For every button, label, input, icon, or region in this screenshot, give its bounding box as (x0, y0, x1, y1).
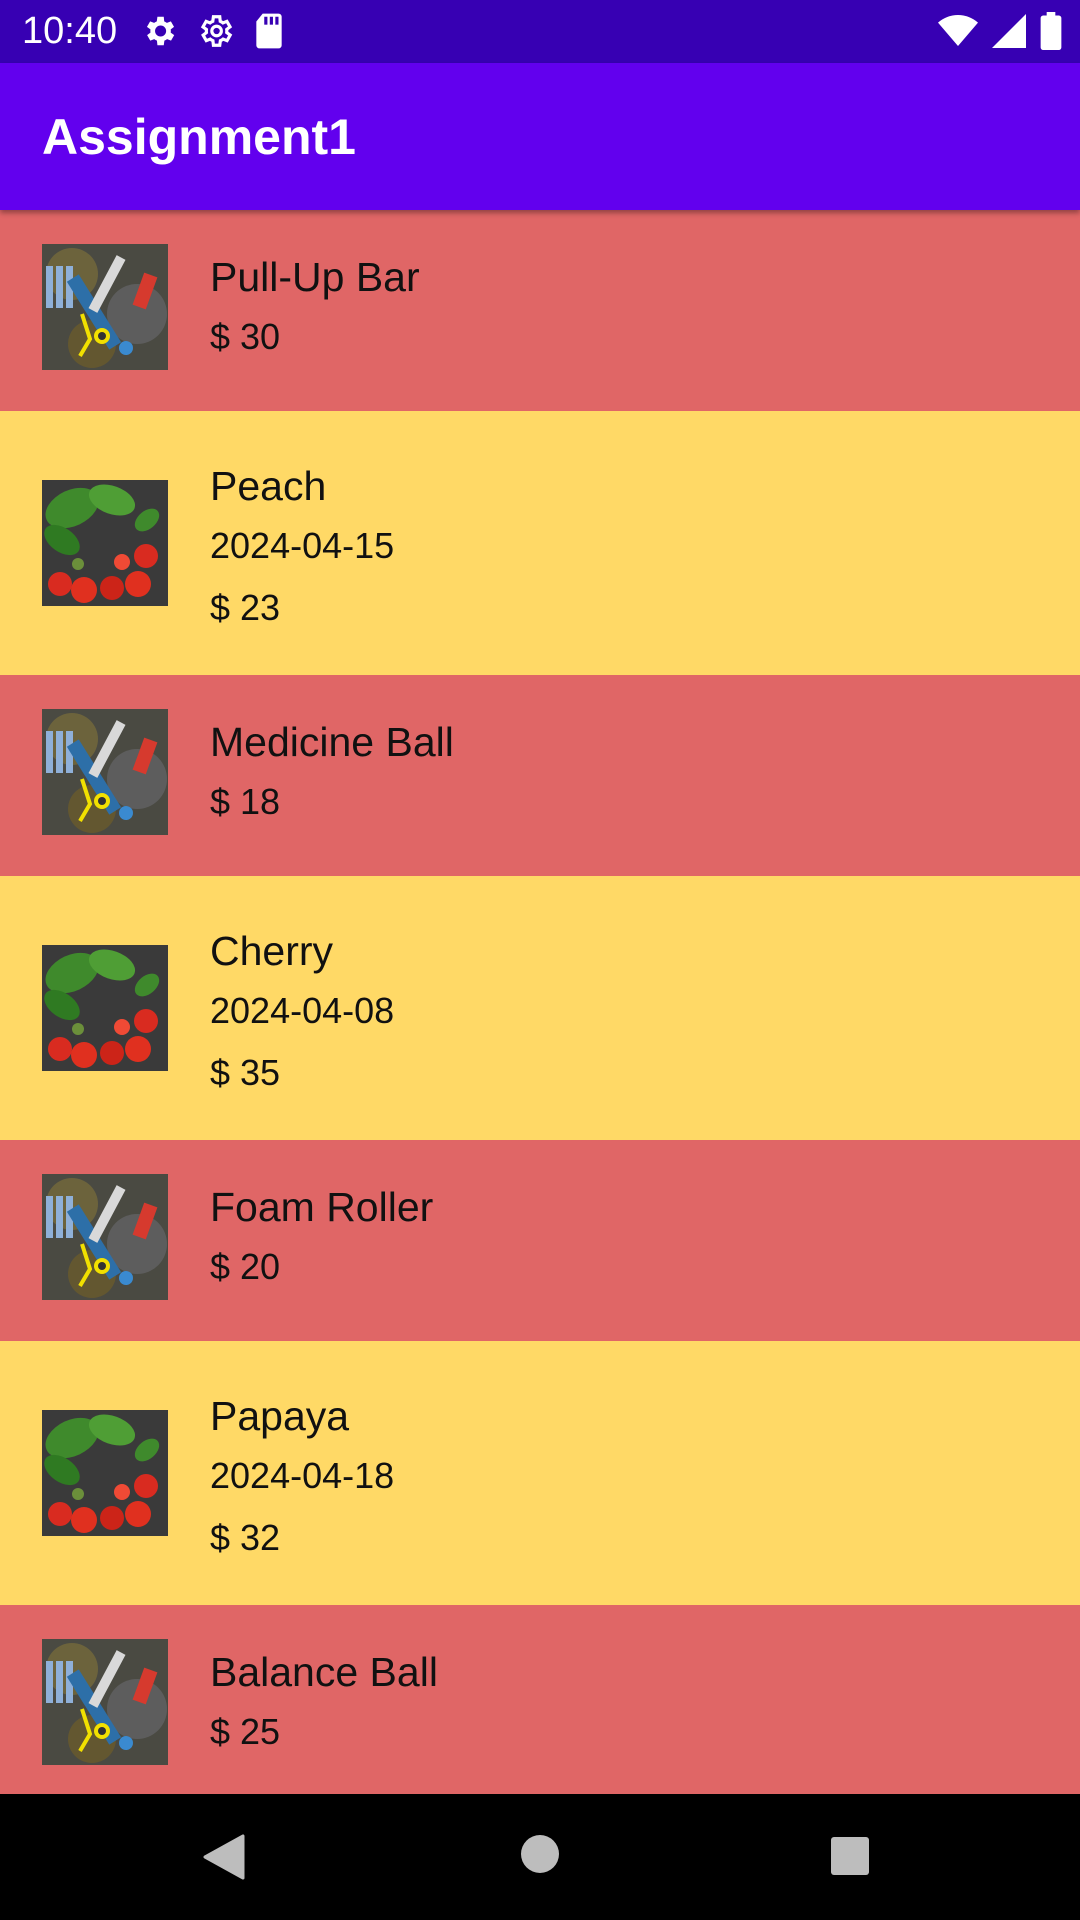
item-name: Cherry (210, 928, 334, 974)
item-name: Pull-Up Bar (210, 254, 420, 300)
back-icon[interactable] (203, 1834, 245, 1885)
item-date: 2024-04-08 (210, 990, 395, 1031)
recents-icon[interactable] (830, 1836, 870, 1881)
status-system-icons (938, 12, 1062, 55)
item-name: Medicine Ball (210, 719, 454, 765)
vegetables-image (42, 945, 168, 1071)
sd-card-icon (252, 12, 286, 55)
home-icon[interactable] (520, 1834, 560, 1879)
tools-image (42, 244, 168, 370)
tools-image (42, 1174, 168, 1300)
battery-icon (1040, 12, 1062, 55)
item-name: Papaya (210, 1393, 350, 1439)
vegetables-image (42, 1410, 168, 1536)
tools-image (42, 1639, 168, 1765)
app-title: Assignment1 (42, 109, 356, 165)
signal-icon (992, 14, 1026, 53)
wifi-icon (938, 14, 978, 53)
item-price: $ 23 (210, 587, 281, 628)
gear-icon (196, 12, 234, 55)
list-item[interactable]: Cherry 2024-04-08 $ 35 (0, 876, 1080, 1140)
list-item[interactable]: Medicine Ball $ 18 (0, 675, 1080, 876)
item-price: $ 18 (210, 781, 281, 822)
list-item[interactable]: Foam Roller $ 20 (0, 1140, 1080, 1341)
item-price: $ 35 (210, 1052, 281, 1093)
item-price: $ 32 (210, 1517, 281, 1558)
item-date: 2024-04-15 (210, 525, 395, 566)
gear-icon (140, 12, 178, 55)
item-date: 2024-04-18 (210, 1455, 395, 1496)
app-bar: Assignment1 (0, 63, 1080, 210)
list-item[interactable]: Balance Ball $ 25 (0, 1605, 1080, 1794)
list-item[interactable]: Papaya 2024-04-18 $ 32 (0, 1341, 1080, 1605)
item-name: Balance Ball (210, 1649, 438, 1695)
status-notification-icons (140, 12, 286, 55)
item-price: $ 25 (210, 1711, 281, 1752)
list-item[interactable]: Pull-Up Bar $ 30 (0, 210, 1080, 411)
status-bar: 10:40 (0, 0, 1080, 63)
list-item[interactable]: Peach 2024-04-15 $ 23 (0, 411, 1080, 675)
vegetables-image (42, 480, 168, 606)
tools-image (42, 709, 168, 835)
item-name: Peach (210, 463, 327, 509)
status-time: 10:40 (22, 10, 118, 52)
item-price: $ 20 (210, 1246, 281, 1287)
navigation-bar (0, 1794, 1080, 1920)
item-name: Foam Roller (210, 1184, 434, 1230)
product-list[interactable]: Pull-Up Bar $ 30 Peach 2024-04-15 $ 23 M… (0, 210, 1080, 1794)
item-price: $ 30 (210, 316, 281, 357)
